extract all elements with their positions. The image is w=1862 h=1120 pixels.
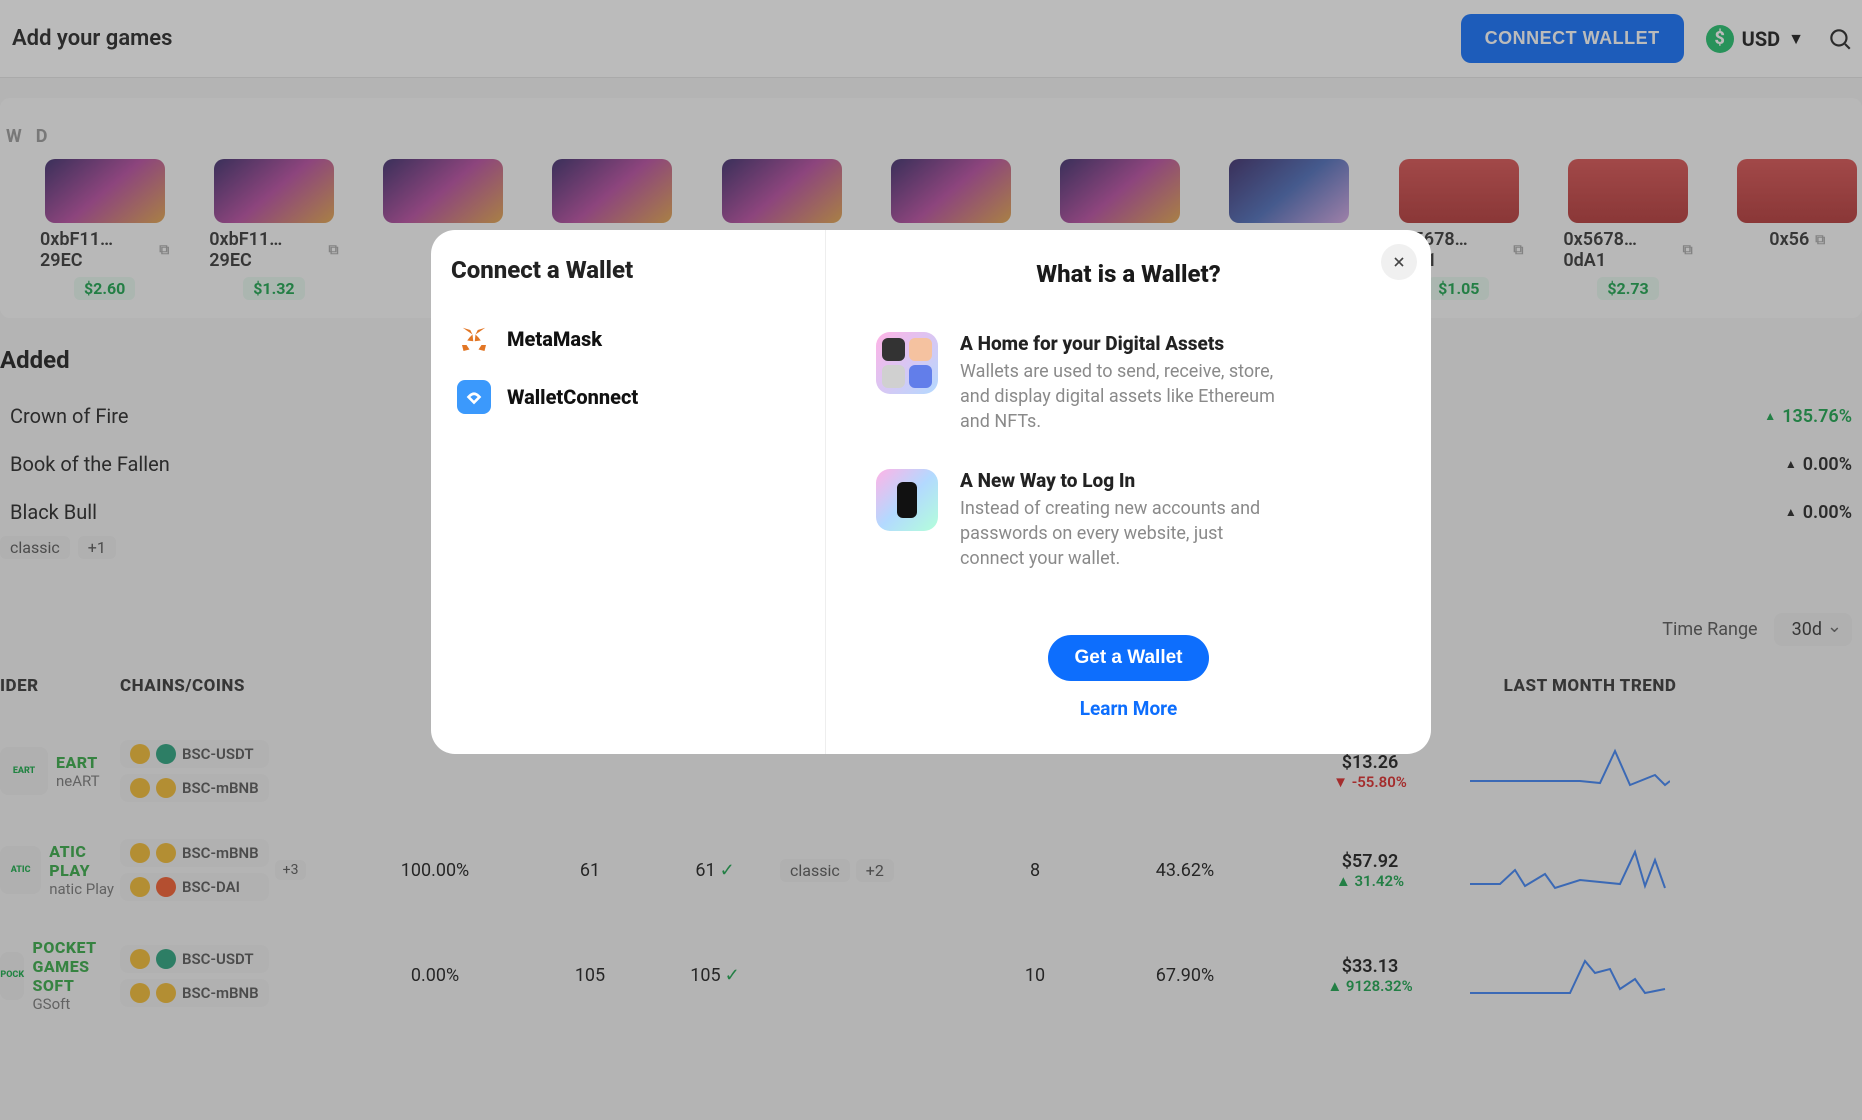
modal-subtitle: What is a Wallet? xyxy=(1036,260,1221,288)
modal-title: Connect a Wallet xyxy=(451,256,805,284)
walletconnect-icon xyxy=(457,380,491,414)
info-body-1: Wallets are used to send, receive, store… xyxy=(960,359,1290,435)
digital-assets-icon xyxy=(876,332,938,394)
info-body-2: Instead of creating new accounts and pas… xyxy=(960,496,1290,572)
wallet-name: WalletConnect xyxy=(507,385,638,409)
modal-left-panel: Connect a Wallet MetaMask WalletConnect xyxy=(431,230,826,754)
wallet-option-walletconnect[interactable]: WalletConnect xyxy=(451,368,805,426)
wallet-option-metamask[interactable]: MetaMask xyxy=(451,310,805,368)
login-icon xyxy=(876,469,938,531)
metamask-icon xyxy=(457,322,491,356)
close-button[interactable] xyxy=(1381,244,1417,280)
get-wallet-button[interactable]: Get a Wallet xyxy=(1048,635,1208,681)
modal-right-panel: What is a Wallet? A Home for your Digita… xyxy=(826,230,1431,754)
info-title-1: A Home for your Digital Assets xyxy=(960,332,1290,355)
info-title-2: A New Way to Log In xyxy=(960,469,1290,492)
learn-more-link[interactable]: Learn More xyxy=(1080,697,1177,720)
modal-overlay[interactable]: Connect a Wallet MetaMask WalletConnect … xyxy=(0,0,1862,1120)
wallet-name: MetaMask xyxy=(507,327,602,351)
connect-wallet-modal: Connect a Wallet MetaMask WalletConnect … xyxy=(431,230,1431,754)
